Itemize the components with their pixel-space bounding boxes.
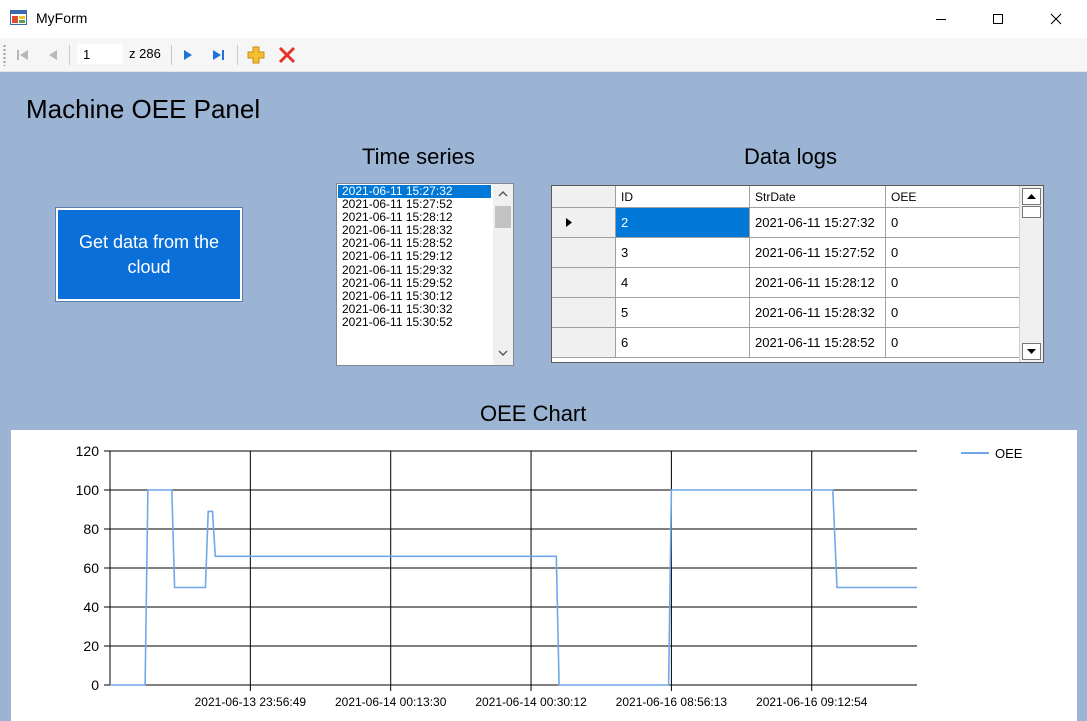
record-count-label: z 286 bbox=[129, 46, 161, 61]
y-tick-label: 80 bbox=[83, 521, 99, 537]
time-series-list: 2021-06-11 15:27:32 2021-06-11 15:27:52 20… bbox=[338, 184, 491, 329]
client-area: Machine OEE Panel Time series Data logs … bbox=[0, 72, 1087, 721]
toolbar-grip[interactable] bbox=[3, 44, 6, 66]
listbox-scroll-thumb[interactable] bbox=[495, 206, 511, 228]
row-header[interactable] bbox=[552, 298, 616, 328]
current-row-icon bbox=[565, 218, 572, 227]
y-tick-label: 120 bbox=[76, 443, 100, 459]
time-series-item[interactable]: 2021-06-11 15:29:52 bbox=[338, 276, 491, 290]
minimize-icon bbox=[936, 19, 946, 20]
x-tick-label: 2021-06-16 09:12:54 bbox=[756, 695, 868, 709]
table-cell[interactable]: 5 bbox=[616, 298, 750, 328]
chevron-down-icon[interactable] bbox=[498, 350, 508, 357]
add-new-button[interactable] bbox=[245, 43, 267, 67]
grid-scrollbar[interactable] bbox=[1019, 186, 1043, 362]
arrow-down-icon bbox=[1027, 348, 1036, 354]
row-header[interactable] bbox=[552, 328, 616, 358]
x-tick-label: 2021-06-16 08:56:13 bbox=[616, 695, 728, 709]
x-tick-label: 2021-06-14 00:30:12 bbox=[475, 695, 587, 709]
table-cell[interactable]: 2021-06-11 15:28:52 bbox=[750, 328, 886, 358]
legend-label: OEE bbox=[995, 446, 1023, 461]
delete-icon bbox=[278, 46, 296, 64]
table-cell[interactable]: 0 bbox=[886, 298, 1020, 328]
chart-heading: OEE Chart bbox=[480, 401, 587, 426]
oee-chart: 0 20 40 60 80 100 120 2021-06-13 23:56:49 2021-0… bbox=[11, 430, 1077, 721]
move-first-icon bbox=[17, 50, 28, 60]
minimize-button[interactable] bbox=[918, 0, 964, 38]
position-input[interactable] bbox=[77, 44, 123, 64]
table-cell[interactable]: 2021-06-11 15:27:52 bbox=[750, 238, 886, 268]
column-header[interactable]: StrDate bbox=[750, 186, 886, 208]
move-last-button[interactable] bbox=[207, 43, 229, 67]
time-series-item[interactable]: 2021-06-11 15:29:12 bbox=[338, 250, 491, 263]
table-cell[interactable]: 6 bbox=[616, 328, 750, 358]
close-icon bbox=[1050, 13, 1062, 25]
time-series-listbox[interactable]: 2021-06-11 15:27:32 2021-06-11 15:27:52 20… bbox=[336, 183, 514, 366]
row-header[interactable] bbox=[552, 268, 616, 298]
grid-scroll-up[interactable] bbox=[1022, 188, 1041, 205]
row-header[interactable] bbox=[552, 208, 616, 238]
move-previous-button[interactable] bbox=[42, 43, 64, 67]
page-title: Machine OEE Panel bbox=[26, 94, 261, 124]
y-tick-label: 100 bbox=[76, 482, 100, 498]
table-cell[interactable]: 4 bbox=[616, 268, 750, 298]
x-tick-label: 2021-06-14 00:13:30 bbox=[335, 695, 447, 709]
move-first-button[interactable] bbox=[12, 43, 34, 67]
add-icon bbox=[247, 46, 265, 64]
y-tick-label: 20 bbox=[83, 638, 99, 654]
app-icon bbox=[10, 10, 27, 25]
delete-button[interactable] bbox=[276, 43, 298, 67]
table-cell[interactable]: 2021-06-11 15:27:32 bbox=[750, 208, 886, 238]
move-next-icon bbox=[184, 50, 192, 60]
move-previous-icon bbox=[49, 50, 57, 60]
move-next-button[interactable] bbox=[177, 43, 199, 67]
maximize-icon bbox=[993, 14, 1003, 24]
title-bar: MyForm bbox=[0, 0, 1087, 38]
get-data-button[interactable]: Get data from the cloud bbox=[55, 207, 243, 302]
maximize-button[interactable] bbox=[975, 0, 1021, 38]
row-header[interactable] bbox=[552, 238, 616, 268]
arrow-up-icon bbox=[1027, 193, 1036, 199]
move-last-icon bbox=[213, 50, 224, 60]
listbox-scrollbar[interactable] bbox=[493, 184, 513, 365]
chevron-up-icon[interactable] bbox=[498, 190, 508, 197]
table-cell[interactable]: 0 bbox=[886, 208, 1020, 238]
grid-corner-header[interactable] bbox=[552, 186, 616, 208]
chart-canvas: 0 20 40 60 80 100 120 2021-06-13 23:56:49 2021-0… bbox=[76, 443, 1023, 709]
time-series-item[interactable]: 2021-06-11 15:29:32 bbox=[338, 263, 491, 277]
table-cell[interactable]: 0 bbox=[886, 268, 1020, 298]
toolbar-separator bbox=[69, 45, 70, 65]
window-title: MyForm bbox=[36, 10, 88, 26]
y-tick-label: 60 bbox=[83, 560, 99, 576]
y-tick-label: 40 bbox=[83, 599, 99, 615]
table-cell[interactable]: 3 bbox=[616, 238, 750, 268]
binding-navigator: z 286 bbox=[0, 38, 1087, 72]
table-cell[interactable]: 2021-06-11 15:28:12 bbox=[750, 268, 886, 298]
toolbar-separator bbox=[237, 45, 238, 65]
column-header[interactable]: OEE bbox=[886, 186, 1020, 208]
data-logs-heading: Data logs bbox=[744, 144, 837, 169]
data-logs-grid[interactable]: ID StrDate OEE 2 2021-06-11 15:27:32 0 3 2021-0… bbox=[551, 185, 1044, 363]
app-window: MyForm z 286 bbox=[0, 0, 1087, 721]
x-tick-label: 2021-06-13 23:56:49 bbox=[195, 695, 307, 709]
time-series-item[interactable]: 2021-06-11 15:30:32 bbox=[338, 302, 491, 316]
table-cell[interactable]: 0 bbox=[886, 328, 1020, 358]
toolbar-separator bbox=[171, 45, 172, 65]
grid-scroll-thumb[interactable] bbox=[1022, 206, 1041, 218]
grid-scroll-down[interactable] bbox=[1022, 343, 1041, 360]
table-cell[interactable]: 2 bbox=[616, 208, 750, 238]
series-line-oee bbox=[110, 489, 917, 686]
y-tick-label: 0 bbox=[91, 677, 99, 693]
column-header[interactable]: ID bbox=[616, 186, 750, 208]
table-cell[interactable]: 0 bbox=[886, 238, 1020, 268]
time-series-item[interactable]: 2021-06-11 15:30:52 bbox=[338, 315, 491, 329]
close-button[interactable] bbox=[1033, 0, 1079, 38]
time-series-heading: Time series bbox=[362, 144, 475, 169]
time-series-item[interactable]: 2021-06-11 15:30:12 bbox=[338, 289, 491, 303]
table-cell[interactable]: 2021-06-11 15:28:32 bbox=[750, 298, 886, 328]
